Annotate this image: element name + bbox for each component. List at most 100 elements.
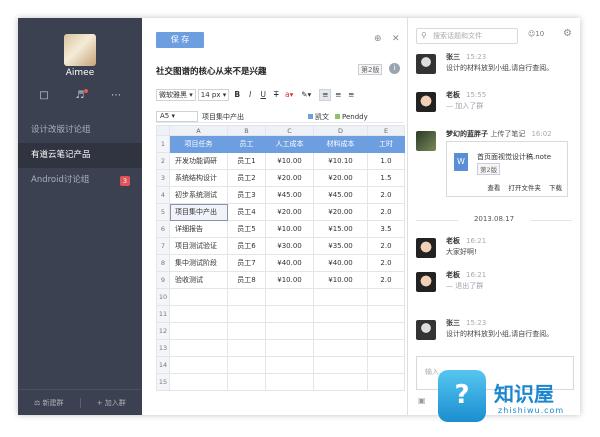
header-cell[interactable]: 人工成本 [265, 135, 314, 153]
bold-button[interactable]: B [231, 89, 243, 101]
new-group-button[interactable]: ⚖ 新建群 [18, 398, 80, 408]
join-group-button[interactable]: + 加入群 [81, 398, 143, 408]
row-number[interactable]: 6 [156, 220, 170, 238]
row-number[interactable]: 8 [156, 254, 170, 272]
cell[interactable] [367, 288, 405, 306]
cell[interactable] [313, 322, 368, 340]
cell[interactable] [227, 322, 266, 340]
cell[interactable]: ¥20.00 [265, 169, 314, 187]
cell[interactable]: 集中测试阶段 [169, 254, 228, 272]
cell[interactable] [265, 288, 314, 306]
cell[interactable]: ¥45.00 [313, 186, 368, 204]
row-number[interactable]: 3 [156, 169, 170, 187]
info-icon[interactable]: i [389, 63, 400, 74]
row-number[interactable]: 7 [156, 237, 170, 255]
italic-button[interactable]: I [244, 89, 256, 101]
speaker-icon[interactable]: ♬ [72, 89, 88, 102]
cell[interactable]: 2.0 [367, 237, 405, 255]
cell[interactable] [227, 339, 266, 357]
cell[interactable]: ¥20.00 [313, 169, 368, 187]
row-number[interactable]: 9 [156, 271, 170, 289]
cell[interactable]: 3.5 [367, 220, 405, 238]
selected-cell[interactable]: 项目集中产出 [169, 203, 228, 221]
dropdown-circle-icon[interactable]: ⊕ [374, 34, 382, 44]
cell[interactable]: ¥10.10 [313, 152, 368, 170]
corner-cell[interactable] [156, 125, 170, 136]
cell[interactable]: ¥10.00 [265, 152, 314, 170]
cell[interactable]: ¥35.00 [313, 237, 368, 255]
cell[interactable] [227, 356, 266, 374]
avatar[interactable] [416, 238, 436, 258]
cell[interactable]: 1.5 [367, 169, 405, 187]
gear-icon[interactable]: ⚙ [563, 28, 572, 39]
cell[interactable]: 初步系统测试 [169, 186, 228, 204]
column-header[interactable]: A [169, 125, 228, 136]
file-card[interactable]: W 首页面视觉设计稿.note 第2版 查看 打开文件夹 下载 [446, 141, 568, 197]
cell[interactable]: 员工2 [227, 169, 266, 187]
cell[interactable]: 2.0 [367, 203, 405, 221]
cell[interactable] [367, 305, 405, 323]
cell[interactable] [367, 373, 405, 391]
cell[interactable]: ¥45.00 [265, 186, 314, 204]
header-cell[interactable]: 材料成本 [313, 135, 368, 153]
row-number[interactable]: 15 [156, 373, 170, 391]
file-name[interactable]: 首页面视觉设计稿.note [477, 152, 551, 162]
cell[interactable] [367, 356, 405, 374]
font-size-select[interactable]: 14 px ▾ [197, 89, 230, 101]
avatar[interactable] [416, 92, 436, 112]
view-link[interactable]: 查看 [487, 184, 500, 192]
row-number[interactable]: 1 [156, 135, 170, 153]
cell[interactable] [169, 373, 228, 391]
underline-button[interactable]: U [257, 89, 269, 101]
column-header[interactable]: D [313, 125, 368, 136]
members-button[interactable]: ☺10 [528, 30, 544, 38]
cell[interactable]: ¥20.00 [265, 203, 314, 221]
cell[interactable]: 系统结构设计 [169, 169, 228, 187]
cell[interactable]: 2.0 [367, 186, 405, 204]
save-button[interactable]: 保 存 [156, 32, 204, 48]
sender-name[interactable]: 老板 [446, 271, 460, 279]
cell[interactable] [227, 288, 266, 306]
version-tag[interactable]: 第2版 [358, 64, 383, 75]
cell[interactable] [265, 339, 314, 357]
sender-name[interactable]: 老板 [446, 237, 460, 245]
align-left-icon[interactable]: ≡ [319, 89, 332, 101]
cell[interactable]: 员工1 [227, 152, 266, 170]
row-number[interactable]: 11 [156, 305, 170, 323]
row-number[interactable]: 10 [156, 288, 170, 306]
cell[interactable]: ¥15.00 [313, 220, 368, 238]
group-item-active[interactable]: 有道云笔记产品 [18, 143, 142, 168]
avatar[interactable] [416, 131, 436, 151]
close-icon[interactable]: ✕ [392, 34, 400, 44]
header-cell[interactable]: 项目任务 [169, 135, 228, 153]
cell[interactable] [265, 356, 314, 374]
cell[interactable]: 2.0 [367, 271, 405, 289]
cell[interactable] [169, 322, 228, 340]
avatar[interactable] [416, 272, 436, 292]
group-item[interactable]: Android讨论组 3 [18, 168, 142, 193]
cell[interactable]: 2.0 [367, 254, 405, 272]
cell[interactable]: ¥10.00 [265, 271, 314, 289]
cell-reference[interactable]: A5 ▾ [156, 111, 198, 122]
open-folder-link[interactable]: 打开文件夹 [508, 184, 541, 192]
column-header[interactable]: B [227, 125, 266, 136]
sender-name[interactable]: 梦幻的蓝胖子 [446, 130, 488, 138]
chat-bubble-icon[interactable]: □ [36, 90, 52, 102]
cell[interactable]: ¥10.00 [265, 220, 314, 238]
sender-name[interactable]: 张三 [446, 53, 460, 61]
cell[interactable]: ¥10.00 [313, 271, 368, 289]
avatar[interactable] [64, 34, 96, 66]
align-center-icon[interactable]: ≡ [332, 89, 344, 101]
formula-value[interactable]: 项目集中产出 [202, 112, 302, 122]
cell[interactable] [169, 305, 228, 323]
cell[interactable] [313, 339, 368, 357]
cell[interactable] [227, 373, 266, 391]
highlight-icon[interactable]: ✎▾ [300, 89, 312, 101]
column-header[interactable]: E [367, 125, 405, 136]
cell[interactable]: ¥20.00 [313, 203, 368, 221]
cell[interactable] [265, 373, 314, 391]
avatar[interactable] [416, 54, 436, 74]
row-number[interactable]: 14 [156, 356, 170, 374]
cell[interactable]: ¥40.00 [265, 254, 314, 272]
header-cell[interactable]: 员工 [227, 135, 266, 153]
